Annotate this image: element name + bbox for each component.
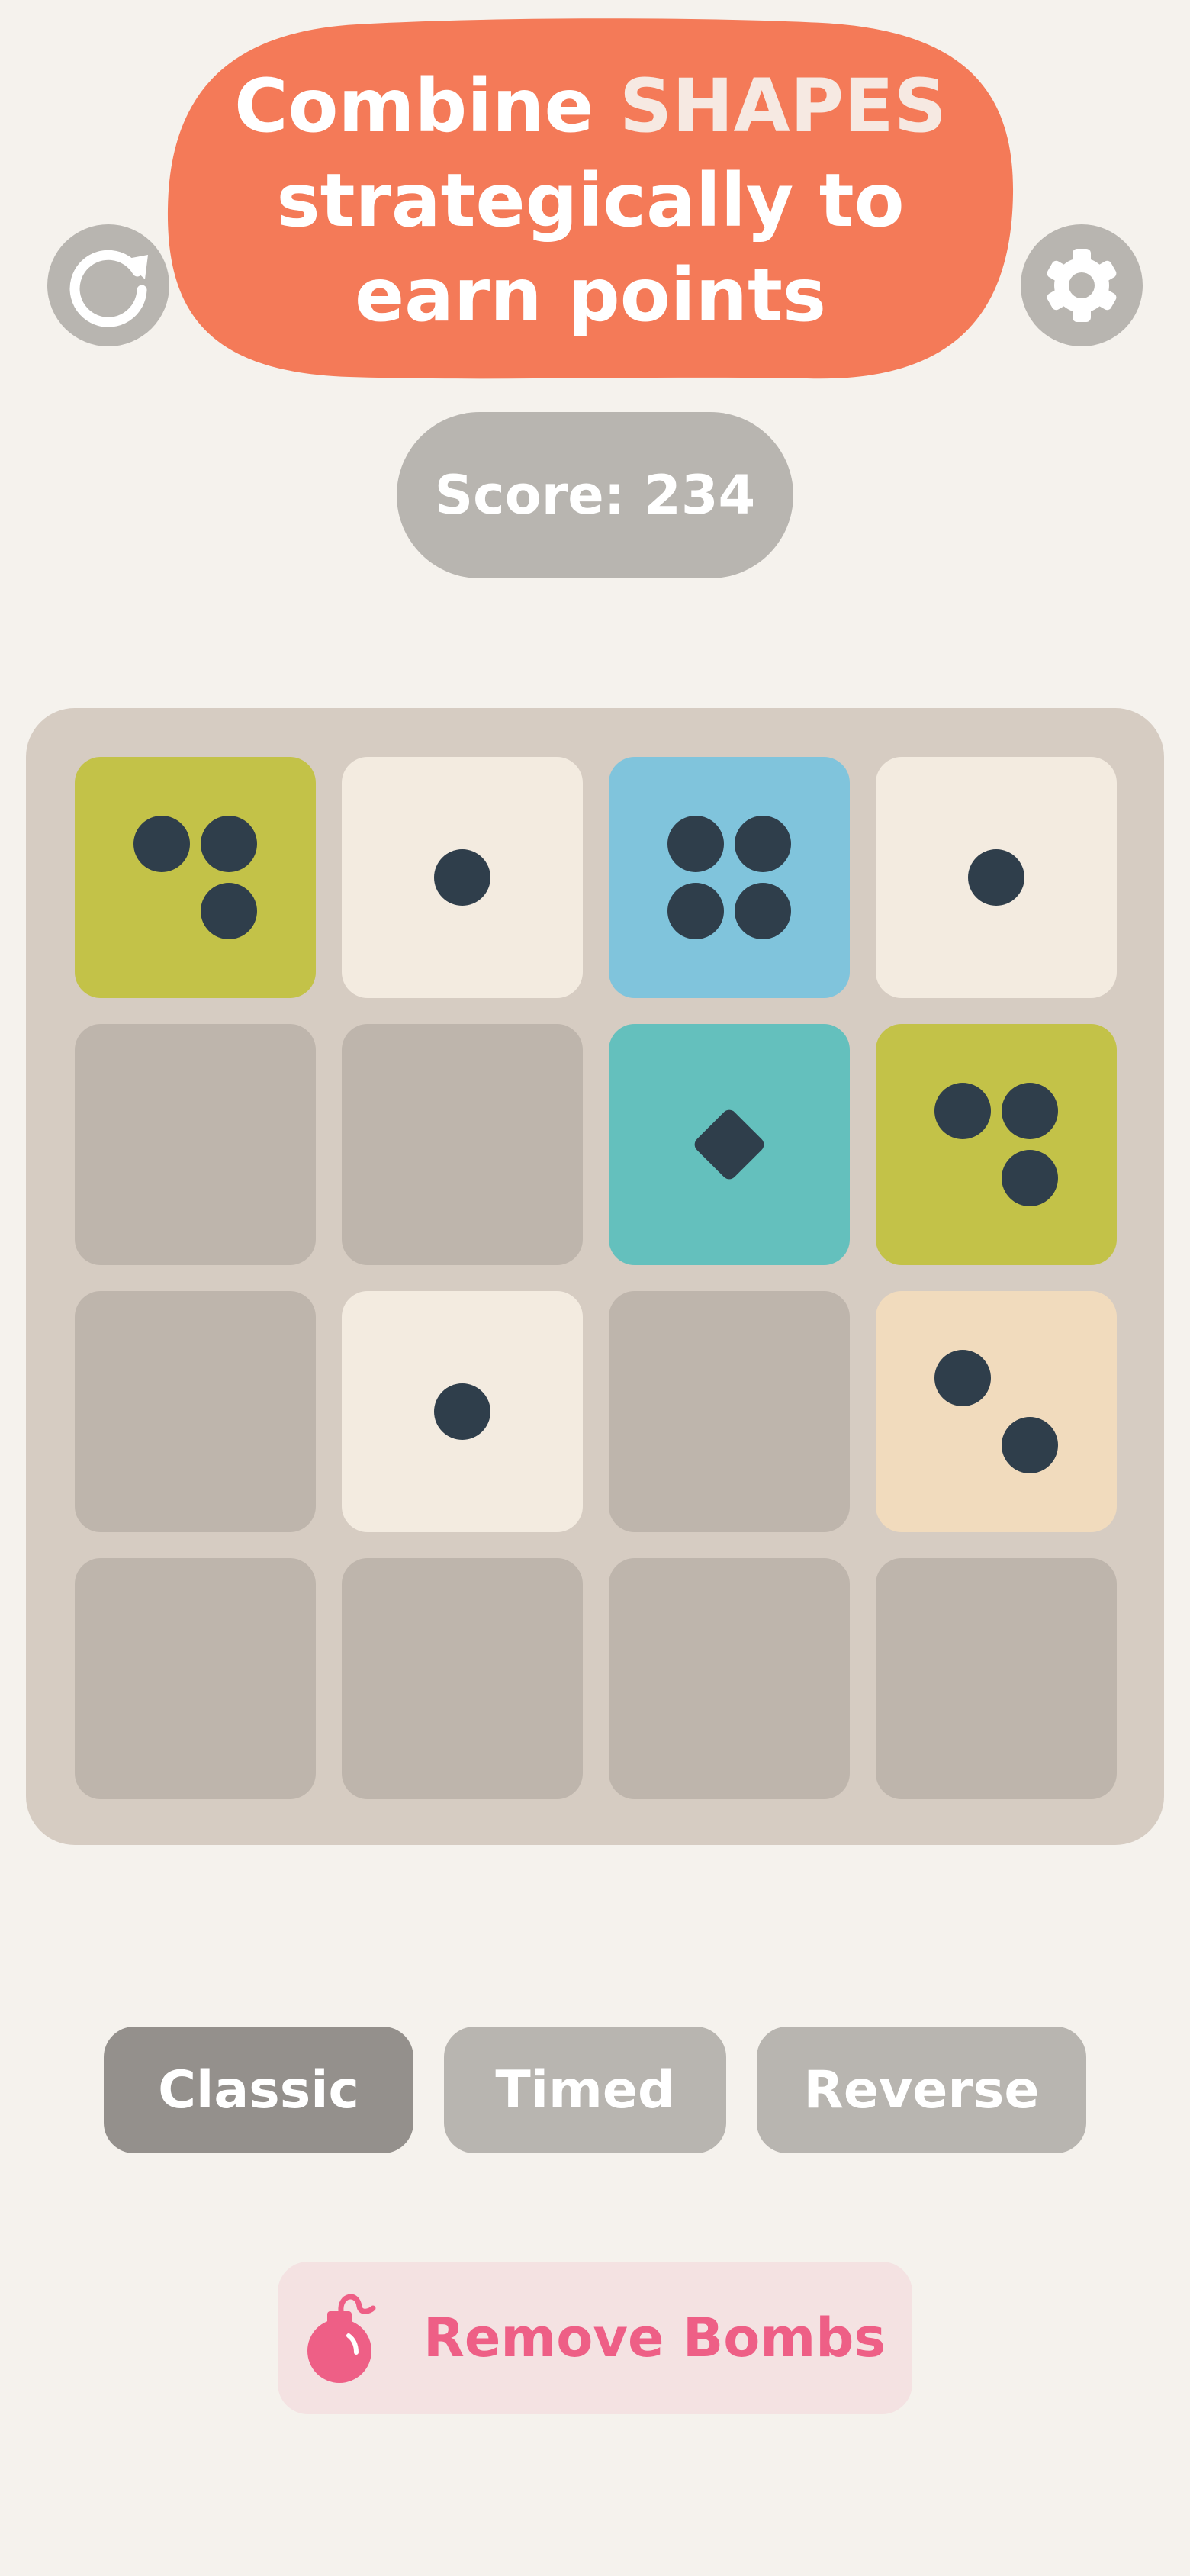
empty-cell [75,1291,316,1532]
dot-pip [934,1083,991,1139]
settings-button[interactable] [1021,224,1143,346]
game-tile [75,757,316,998]
game-tile [609,1024,850,1265]
game-tile [609,757,850,998]
score-display: Score: 234 [397,412,793,578]
mode-classic-button[interactable]: Classic [104,2027,413,2153]
game-tile [876,757,1117,998]
mode-timed-button[interactable]: Timed [444,2027,726,2153]
dot-pip [1002,1083,1058,1139]
game-tile [876,1291,1117,1532]
mode-label: Reverse [803,2059,1040,2120]
empty-cell [75,1558,316,1799]
remove-bombs-label: Remove Bombs [423,2307,886,2369]
dot-group [434,849,490,906]
game-tile [876,1024,1117,1265]
headline-bubble: Combine SHAPES strategically to earn poi… [166,18,1015,383]
dot-pip [968,849,1024,906]
empty-cell [75,1024,316,1265]
dot-group [434,1383,490,1440]
mode-label: Classic [158,2059,359,2120]
diamond-shape [694,1109,764,1180]
empty-cell [609,1558,850,1799]
empty-cell [609,1291,850,1532]
dot-group [133,816,257,939]
dot-group [667,816,791,939]
empty-cell [342,1024,583,1265]
remove-bombs-button[interactable]: Remove Bombs [278,2262,912,2414]
dot-pip [934,1350,991,1406]
dot-pip [201,816,257,872]
dot-pip [434,1383,490,1440]
dot-pip [133,816,190,872]
mode-label: Timed [495,2059,675,2120]
dot-group [934,1350,1058,1473]
game-board [26,708,1164,1845]
restart-button[interactable] [47,224,169,346]
headline-highlight: SHAPES [619,63,947,149]
headline-part: Combine [234,63,620,149]
mode-reverse-button[interactable]: Reverse [757,2027,1086,2153]
score-text: Score: 234 [434,464,756,526]
headline-text: Combine SHAPES strategically to earn poi… [166,18,1015,383]
dot-pip [667,883,724,939]
headline-part: strategically to earn points [276,158,905,338]
dot-pip [201,883,257,939]
dot-pip [667,816,724,872]
empty-cell [876,1558,1117,1799]
gear-icon [1047,249,1117,322]
dot-pip [434,849,490,906]
dot-group [934,1083,1058,1206]
dot-pip [735,883,791,939]
restart-icon [69,250,148,327]
bomb-icon [307,2294,376,2383]
diamond-pip [694,1109,764,1180]
game-tile [342,1291,583,1532]
dot-pip [1002,1150,1058,1206]
empty-cell [342,1558,583,1799]
dot-pip [1002,1417,1058,1473]
dot-pip [735,816,791,872]
dot-group [968,849,1024,906]
game-tile [342,757,583,998]
